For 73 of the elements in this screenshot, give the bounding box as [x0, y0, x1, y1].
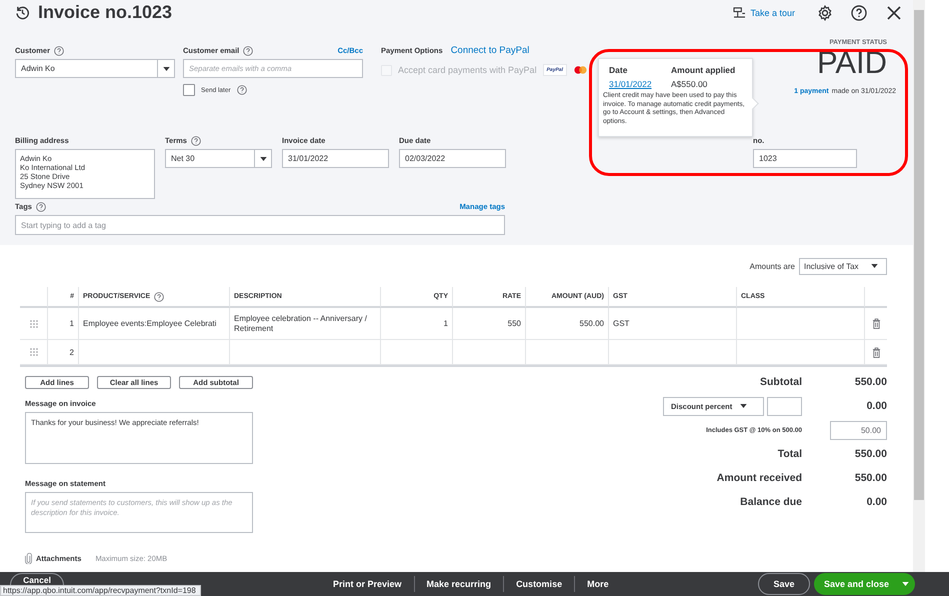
card-logo-icon — [572, 65, 588, 75]
payment-date-link[interactable]: 31/01/2022 — [609, 79, 671, 89]
total-value: 0.00 — [866, 496, 887, 508]
tax-mode-dropdown[interactable]: Inclusive of Tax — [799, 258, 887, 274]
close-icon[interactable] — [887, 6, 901, 20]
connect-paypal-link[interactable]: Connect to PayPal — [450, 45, 530, 56]
history-icon[interactable] — [15, 5, 30, 20]
table-cell: 1 — [444, 319, 448, 328]
invoice-title: Invoice no.1023 — [38, 2, 172, 23]
discount-field[interactable] — [767, 396, 802, 416]
send-later-checkbox[interactable] — [183, 84, 195, 96]
total-value: 550.00 — [854, 472, 887, 484]
empty-cell[interactable] — [453, 340, 526, 365]
accept-cards-label: Accept card payments with PayPal — [398, 65, 537, 75]
scrollbar[interactable] — [913, 0, 925, 572]
footer-action[interactable]: More — [574, 576, 621, 592]
paperclip-icon[interactable] — [25, 553, 32, 564]
payment-amount: A$550.00 — [671, 79, 708, 89]
gst-field[interactable]: 50.00 — [830, 420, 887, 440]
caret-icon — [740, 404, 748, 408]
total-value: 0.00 — [866, 400, 887, 412]
popup-column-header: Amount applied — [671, 65, 736, 75]
drag-handle-icon[interactable] — [30, 320, 38, 328]
total-label: Total — [778, 448, 802, 460]
table-cell: 2 — [70, 348, 74, 356]
footer-action[interactable]: Customise — [503, 576, 574, 592]
save-button[interactable]: Save — [758, 573, 810, 595]
amounts-are-label: Amounts are — [750, 262, 795, 270]
table-cell-text: Employee celebration -- Anniversary / Retirement — [234, 314, 368, 334]
table-cell: Employee events:Employee Celebrati — [83, 319, 216, 328]
table-cell: 550 — [508, 319, 521, 328]
trash-icon[interactable] — [872, 346, 880, 358]
help-icon[interactable] — [190, 136, 201, 146]
drag-handle-icon[interactable] — [30, 348, 38, 356]
help-icon[interactable] — [36, 202, 46, 212]
footer-action[interactable]: Make recurring — [414, 576, 504, 592]
caret-icon — [162, 66, 170, 70]
help-icon[interactable] — [851, 4, 867, 20]
empty-cell[interactable] — [609, 340, 737, 365]
help-icon[interactable] — [236, 85, 247, 95]
empty-cell[interactable] — [230, 340, 381, 365]
table-cell: GST — [613, 319, 630, 328]
help-icon[interactable] — [154, 292, 164, 302]
empty-cell[interactable] — [79, 340, 230, 365]
invoice-number-field[interactable]: 1023 — [753, 149, 857, 168]
status-url-tooltip: https://app.qbo.intuit.com/app/recvpayment?txnId=198 — [0, 585, 201, 596]
popup-column-header: Date — [609, 65, 628, 75]
empty-cell[interactable] — [526, 340, 609, 365]
total-label: Subtotal — [760, 376, 802, 388]
presentation-icon — [733, 7, 746, 18]
paid-status: PAID — [816, 46, 887, 80]
due-date-field[interactable]: 02/03/2022 — [399, 149, 506, 168]
customer-dropdown[interactable]: Adwin Ko — [15, 59, 175, 78]
trash-icon[interactable] — [872, 318, 880, 329]
help-icon[interactable] — [243, 46, 254, 56]
terms-dropdown[interactable]: Net 30 — [165, 149, 272, 168]
help-icon[interactable] — [54, 46, 64, 56]
footer-action[interactable]: Print or Preview — [321, 576, 414, 592]
total-value: 550.00 — [854, 448, 887, 460]
take-a-tour-link[interactable]: Take a tour — [733, 7, 795, 18]
empty-cell[interactable] — [737, 308, 865, 340]
invoice-date-field[interactable]: 31/01/2022 — [282, 149, 389, 168]
settings-icon[interactable] — [817, 4, 833, 20]
caret-icon — [260, 156, 266, 160]
total-label: Amount received — [716, 472, 802, 484]
table-cell: 550.00 — [580, 319, 604, 328]
table-cell: 1 — [70, 319, 74, 328]
total-value: 550.00 — [854, 376, 887, 388]
empty-cell[interactable] — [737, 340, 865, 365]
empty-cell[interactable] — [381, 340, 453, 365]
caret-icon — [871, 264, 878, 268]
total-label: Balance due — [740, 496, 802, 508]
caret-icon — [902, 582, 909, 586]
